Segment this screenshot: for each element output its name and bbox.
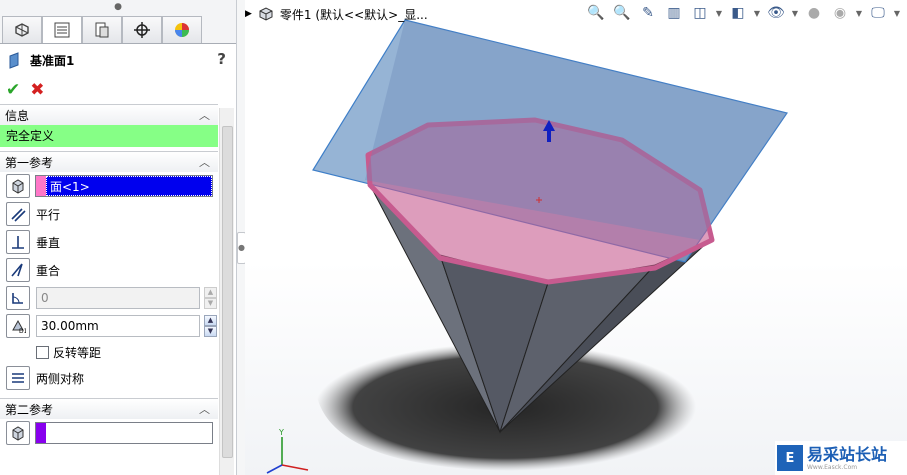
watermark-text: 易采站长站 <box>807 444 888 464</box>
section-title: 第一参考 <box>5 155 54 170</box>
second-reference-selection[interactable] <box>35 422 213 444</box>
angle-row: 0 ▲ ▼ <box>0 284 236 312</box>
flip-offset-row[interactable]: 反转等距 <box>0 340 236 364</box>
graphics-viewport[interactable]: Y ▶ 零件1 (默认<<默认>_显... 🔍 🔍 ✎ ▥ ◫ ▼ ◧ ▼ 👁 … <box>245 0 907 475</box>
coordinate-triad: Y <box>266 428 309 474</box>
model-scene[interactable]: Y <box>245 0 907 475</box>
ok-button[interactable]: ✔ <box>6 80 20 100</box>
section-title: 信息 <box>5 108 30 123</box>
parallel-label: 平行 <box>36 207 61 222</box>
tab-display-manager[interactable] <box>162 16 202 43</box>
option-coincident[interactable]: 重合 <box>0 256 236 284</box>
section-view-icon[interactable]: ▥ <box>663 2 685 24</box>
ok-cancel-row: ✔ ✖ <box>0 76 236 104</box>
zoom-to-area-icon[interactable]: 🔍 <box>611 2 633 24</box>
distance-spinner[interactable]: ▲ ▼ <box>204 315 217 337</box>
configuration-icon <box>95 22 109 38</box>
hide-show-items-icon[interactable]: 👁 <box>765 2 787 24</box>
second-reference-row <box>0 419 236 447</box>
face-reference-icon <box>6 421 30 445</box>
tab-configuration-manager[interactable] <box>82 16 122 43</box>
chevron-down-icon[interactable]: ▼ <box>893 2 901 24</box>
part-name[interactable]: 零件1 (默认<<默认>_显... <box>280 6 428 23</box>
option-mid-plane[interactable]: 两侧对称 <box>0 364 236 392</box>
color-wheel-icon <box>175 23 189 37</box>
scrollbar-thumb[interactable] <box>222 126 233 458</box>
view-settings-icon[interactable]: 🖵 <box>867 2 889 24</box>
panel-scrollbar[interactable] <box>219 108 234 475</box>
tab-property-manager[interactable] <box>42 16 82 43</box>
angle-spinner[interactable]: ▲ ▼ <box>204 287 217 309</box>
mid-plane-icon[interactable] <box>6 366 30 390</box>
svg-text:Y: Y <box>278 428 284 437</box>
part-icon <box>259 7 273 21</box>
feature-tree-flyout[interactable]: ▶ 零件1 (默认<<默认>_显... <box>245 4 428 24</box>
plane-icon <box>9 52 19 69</box>
panel-grip[interactable]: ● <box>0 0 236 14</box>
chevron-down-icon[interactable]: ▼ <box>791 2 799 24</box>
reference-color-swatch <box>36 176 46 196</box>
watermark: E 易采站长站 Www.Easck.Com <box>775 441 907 475</box>
crosshair-icon <box>134 22 150 38</box>
distance-row: D1 30.00mm ▲▼ <box>0 312 236 340</box>
status-message: 完全定义 <box>0 125 218 147</box>
edit-appearance-icon[interactable]: ● <box>803 2 825 24</box>
distance-input[interactable]: 30.00mm <box>36 315 200 337</box>
cancel-button[interactable]: ✖ <box>30 80 44 100</box>
reference-color-swatch <box>36 423 46 443</box>
selected-reference[interactable]: 面<1> <box>46 176 212 196</box>
face-reference-icon <box>6 174 30 198</box>
watermark-subtext: Www.Easck.Com <box>807 463 858 471</box>
expand-arrow-icon[interactable]: ▶ <box>245 9 252 19</box>
mid-plane-label: 两侧对称 <box>36 371 85 386</box>
svg-text:D1: D1 <box>19 328 26 334</box>
chevron-up-icon[interactable]: ︿ <box>199 401 210 417</box>
previous-view-icon[interactable]: ✎ <box>637 2 659 24</box>
watermark-logo-icon: E <box>777 445 803 471</box>
flip-offset-label: 反转等距 <box>53 345 102 360</box>
property-list-icon <box>54 22 70 38</box>
section-header-info[interactable]: 信息 ︿ <box>0 104 218 125</box>
chevron-up-icon[interactable]: ︿ <box>199 154 210 170</box>
chevron-down-icon[interactable]: ▼ <box>753 2 761 24</box>
section-title: 第二参考 <box>5 402 54 417</box>
first-reference-selection[interactable]: 面<1> <box>35 175 213 197</box>
property-manager-panel: ● 基准面1 ? ✔ ✖ 信息 ︿ 完全定义 第一参考 ︿ 面<1> 平行 垂直… <box>0 0 237 475</box>
zoom-to-fit-icon[interactable]: 🔍 <box>585 2 607 24</box>
offset-distance-icon[interactable]: D1 <box>6 314 30 338</box>
coincident-label: 重合 <box>36 263 61 278</box>
heads-up-toolbar: 🔍 🔍 ✎ ▥ ◫ ▼ ◧ ▼ 👁 ▼ ● ◉ ▼ 🖵 ▼ <box>585 2 901 24</box>
perpendicular-label: 垂直 <box>36 235 61 250</box>
tab-dimxpert-manager[interactable] <box>122 16 162 43</box>
angle-icon[interactable] <box>6 286 30 310</box>
help-button[interactable]: ? <box>217 50 226 68</box>
coincident-icon[interactable] <box>6 258 30 282</box>
tab-feature-manager[interactable] <box>2 16 42 43</box>
section-header-first-reference[interactable]: 第一参考 ︿ <box>0 151 218 172</box>
chevron-down-icon[interactable]: ▼ <box>855 2 863 24</box>
section-header-second-reference[interactable]: 第二参考 ︿ <box>0 398 218 419</box>
feature-tree-icon <box>15 23 29 37</box>
selected-reference[interactable] <box>46 423 212 443</box>
feature-title-row: 基准面1 ? <box>0 44 236 76</box>
feature-title: 基准面1 <box>30 53 75 68</box>
chevron-up-icon[interactable]: ︿ <box>199 107 210 123</box>
flip-offset-checkbox[interactable] <box>36 345 49 359</box>
option-perpendicular[interactable]: 垂直 <box>0 228 236 256</box>
display-style-icon[interactable]: ◧ <box>727 2 749 24</box>
view-orientation-icon[interactable]: ◫ <box>689 2 711 24</box>
manager-tabs <box>0 14 236 44</box>
angle-input[interactable]: 0 <box>36 287 200 309</box>
option-parallel[interactable]: 平行 <box>0 200 236 228</box>
first-reference-row: 面<1> <box>0 172 236 200</box>
apply-scene-icon[interactable]: ◉ <box>829 2 851 24</box>
parallel-icon[interactable] <box>6 202 30 226</box>
chevron-down-icon[interactable]: ▼ <box>715 2 723 24</box>
perpendicular-icon[interactable] <box>6 230 30 254</box>
